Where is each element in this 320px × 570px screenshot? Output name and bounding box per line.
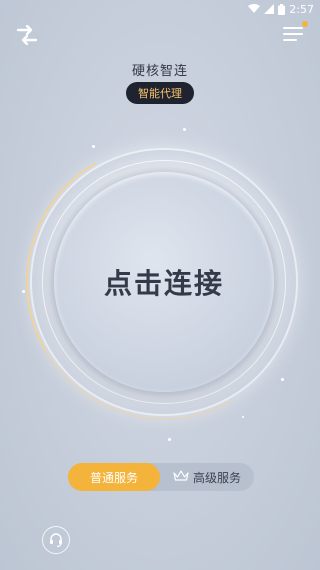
menu-icon — [283, 27, 303, 41]
wifi-icon — [248, 4, 261, 14]
connect-label: 点击连接 — [103, 267, 224, 300]
sparkle-dot — [92, 145, 95, 148]
battery-icon — [278, 3, 286, 15]
sparkle-dot — [183, 128, 186, 131]
menu-button[interactable] — [282, 21, 308, 46]
crown-icon — [173, 470, 189, 484]
sparkle-dot — [168, 438, 171, 441]
mode-badge[interactable]: 智能代理 — [126, 82, 194, 104]
connect-button[interactable]: 点击连接 — [54, 172, 274, 392]
notification-dot — [302, 21, 308, 27]
status-time: 2:57 — [289, 2, 314, 16]
sparkle-dot — [242, 416, 244, 418]
app-screen: 2:57 硬核智连 智能代理 点击连接 普通服务 高级服务 — [0, 0, 320, 570]
customer-service-icon — [50, 533, 62, 548]
customer-service-button[interactable] — [42, 526, 70, 554]
tab-premium-service[interactable]: 高级服务 — [160, 463, 254, 491]
service-mode-switch: 普通服务 高级服务 — [68, 463, 254, 491]
sparkle-dot — [281, 378, 284, 381]
tab-label: 高级服务 — [192, 470, 241, 485]
app-title: 硬核智连 — [131, 64, 188, 79]
status-bar: 2:57 — [0, 0, 320, 18]
tab-standard-service[interactable]: 普通服务 — [68, 463, 160, 491]
sparkle-dot — [22, 290, 25, 293]
tab-label: 普通服务 — [89, 470, 138, 485]
mode-switch-arrows-icon[interactable] — [14, 22, 40, 48]
signal-icon — [264, 4, 275, 14]
